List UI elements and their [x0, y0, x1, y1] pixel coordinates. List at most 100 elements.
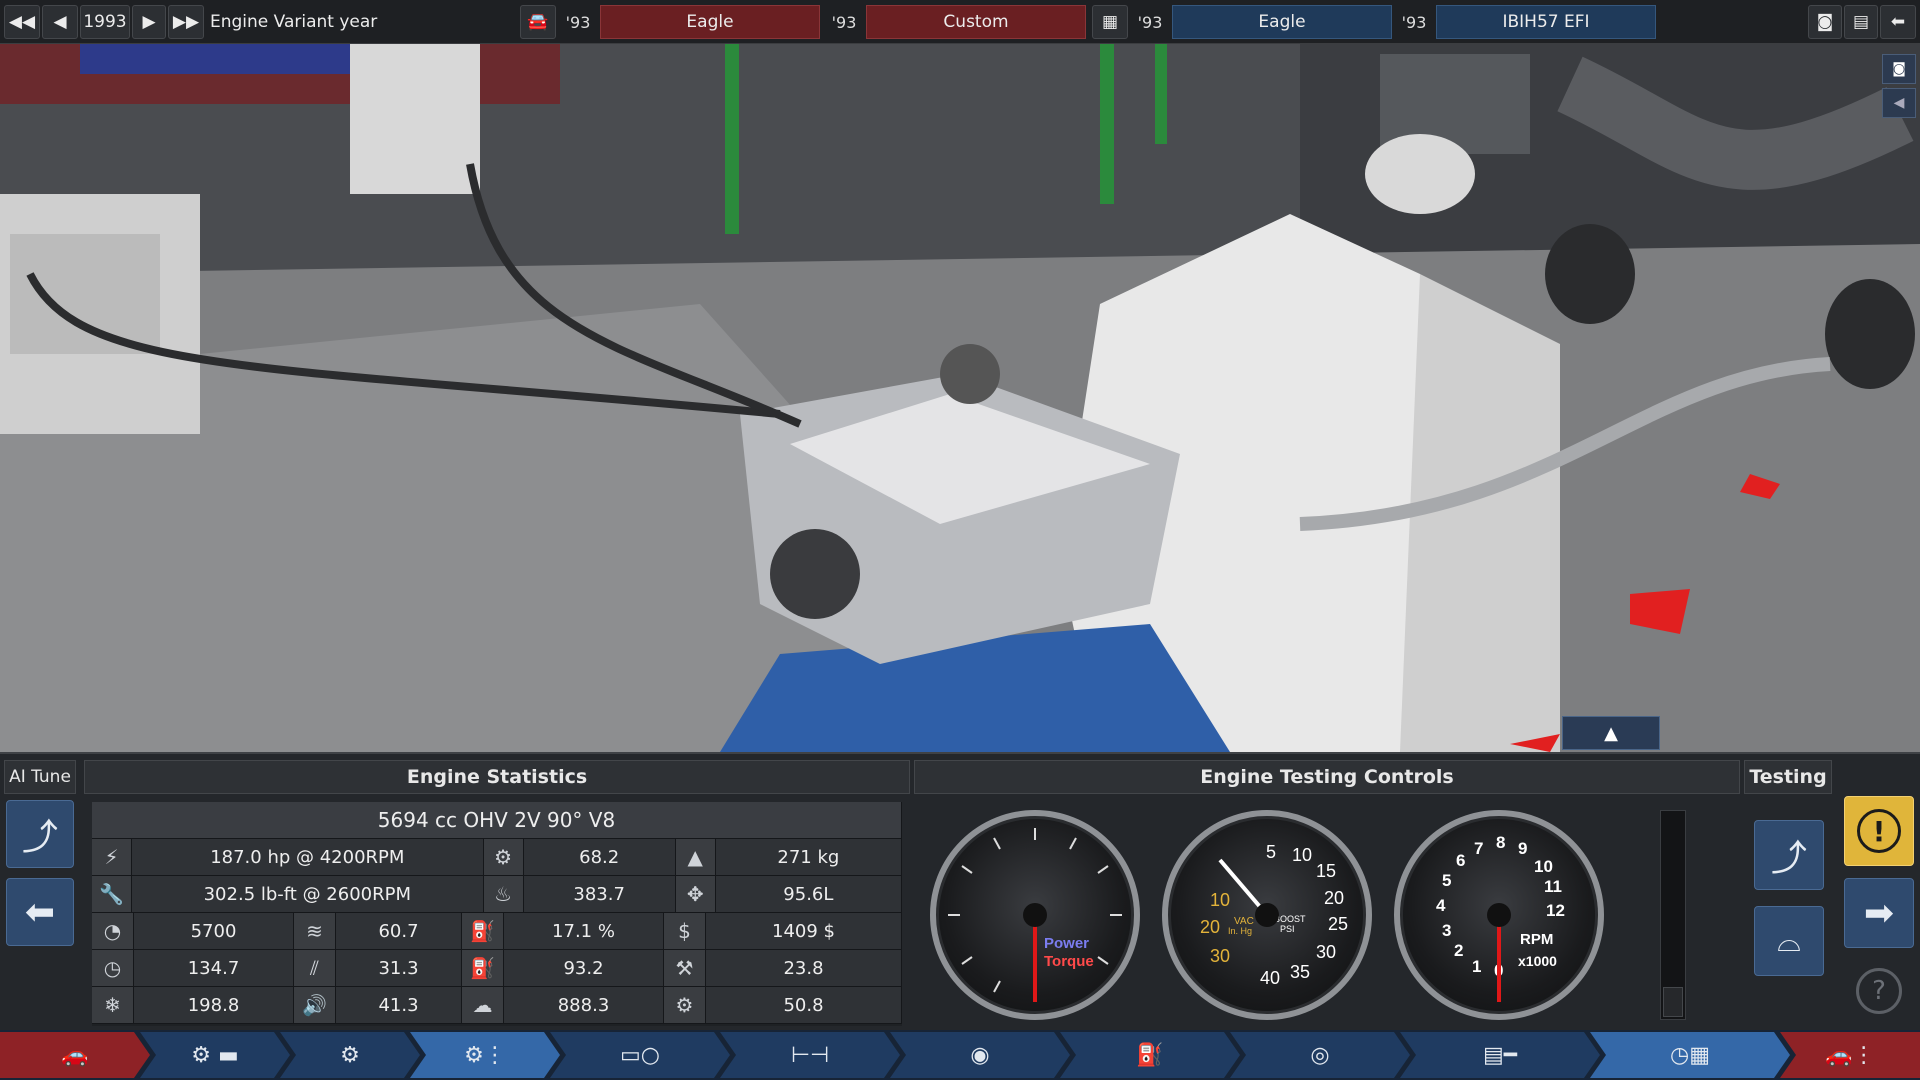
boost-unit: PSI [1280, 924, 1295, 934]
stat-max-rpm: 5700 [134, 913, 294, 950]
car-tree-icon: 🚗⋮ [1825, 1042, 1875, 1068]
stat-economy: 383.7 [523, 876, 676, 913]
warning-button[interactable]: ! [1844, 796, 1914, 866]
dyno-graph-button[interactable]: ⤴ [1754, 820, 1824, 890]
stat-noise: 41.3 [336, 987, 462, 1024]
throttle-handle[interactable] [1663, 987, 1683, 1017]
collapse-panel-toggle[interactable]: ▲ [1562, 716, 1660, 750]
nav-engine-test[interactable]: ◷▦ [1590, 1032, 1790, 1078]
engine-family-icon-button[interactable]: ▦ [1092, 5, 1128, 39]
right-icon: ▶ [142, 12, 156, 32]
gauge-flag-icon: ◷▦ [1670, 1042, 1710, 1068]
testing-title: Testing [1744, 760, 1832, 794]
double-right-icon: ▶▶ [172, 12, 200, 32]
throttle-slider[interactable] [1660, 810, 1686, 1020]
year-value[interactable]: 1993 [80, 5, 130, 39]
question-icon: ? [1872, 976, 1886, 1006]
camera-icon: ◙ [1816, 12, 1834, 32]
year-back-button[interactable]: ◀ [42, 5, 78, 39]
stat-responsiveness: 134.7 [134, 950, 294, 987]
back-button[interactable]: ⬅ [1880, 5, 1916, 39]
dyno-icon: ⌓ [1777, 923, 1801, 959]
designer-nav: 🚗 ⚙ ▬ ⚙ ⚙⋮ ▭○ ⊢⊣ ◉ ⛽ ◎ ▤━ ◷▦ 🚗⋮ [0, 1030, 1920, 1080]
power-label: Power [1044, 935, 1089, 952]
vac-tick: 10 [1210, 890, 1230, 910]
year-forward-10-button[interactable]: ▶▶ [168, 5, 204, 39]
nav-engine-variant[interactable]: ⚙⋮ [410, 1032, 560, 1078]
turbo-icon: ◉ [970, 1042, 990, 1068]
engine-folder-icon: ⚙ ▬ [191, 1042, 239, 1068]
rpm-tick: 10 [1534, 857, 1553, 876]
cam-icon: ⊢⊣ [790, 1042, 830, 1068]
nav-engine-block[interactable]: ⚙ [280, 1032, 420, 1078]
engine-year: '93 [1401, 12, 1427, 32]
engine-name-field[interactable]: IBIH57 EFI [1436, 5, 1656, 39]
engine-description: 5694 cc OHV 2V 90° V8 [92, 802, 902, 839]
snowflake-icon: ❄ [92, 987, 134, 1024]
help-button[interactable]: ? [1856, 968, 1902, 1014]
emissions-icon: ☁ [462, 987, 504, 1024]
stat-reliability: 68.2 [523, 839, 676, 876]
nav-car-designer[interactable]: 🚗 [0, 1032, 150, 1078]
variant-year-label: Engine Variant year [210, 12, 378, 32]
year-forward-button[interactable]: ▶ [132, 5, 166, 39]
trim-name-field[interactable]: Custom [866, 5, 1086, 39]
nav-top-end[interactable]: ⊢⊣ [720, 1032, 900, 1078]
stat-row: ◔ 5700 ≋ 60.7 ⛽ 17.1 % $ 1409 $ [92, 913, 902, 950]
boost-tick: 40 [1260, 968, 1280, 988]
model-name-field[interactable]: Eagle [600, 5, 820, 39]
crankshaft-icon: ▭○ [620, 1042, 660, 1068]
next-button[interactable]: ➡ [1844, 878, 1914, 948]
stat-torque: 302.5 lb-ft @ 2600RPM [131, 876, 484, 913]
graph-icon: ⤴ [1770, 838, 1807, 879]
rpm-icon: ◔ [92, 913, 134, 950]
stat-efficiency: 17.1 % [504, 913, 664, 950]
nav-fuel[interactable]: ⛽ [1060, 1032, 1240, 1078]
triangle-left-icon: ◀ [1893, 95, 1905, 111]
boost-tick: 25 [1328, 914, 1348, 934]
car-model-icon-button[interactable]: 🚘 [520, 5, 556, 39]
graph-button[interactable]: ⤴ [6, 800, 74, 868]
stat-row: ❄ 198.8 🔊 41.3 ☁ 888.3 ⚙ 50.8 [92, 987, 902, 1024]
nav-exhaust[interactable]: ◎ [1230, 1032, 1410, 1078]
previous-button[interactable]: ⬅ [6, 878, 74, 946]
boost-tick: 20 [1324, 888, 1344, 908]
speaker-icon: 🔊 [294, 987, 336, 1024]
nav-tune[interactable]: ▤━ [1400, 1032, 1600, 1078]
nav-car-tree[interactable]: 🚗⋮ [1780, 1032, 1920, 1078]
vac-tick: 20 [1200, 917, 1220, 937]
stat-fuel-rating: 93.2 [504, 950, 664, 987]
responsiveness-icon: ◷ [92, 950, 134, 987]
stat-emissions: 888.3 [504, 987, 664, 1024]
screenshot-button[interactable]: ◙ [1808, 5, 1842, 39]
cost-icon: $ [664, 913, 706, 950]
fuel-icon: ⛽ [1136, 1042, 1164, 1068]
ai-tune-button[interactable]: AI Tune [4, 760, 76, 794]
fuel-economy-icon: ♨ [483, 876, 524, 913]
top-toolbar: ◀◀ ◀ 1993 ▶ ▶▶ Engine Variant year 🚘 '93… [0, 0, 1920, 44]
alert-icon: ! [1857, 809, 1901, 853]
vac-tick: 30 [1210, 946, 1230, 966]
nav-aspiration[interactable]: ◉ [890, 1032, 1070, 1078]
rpm-tick: 3 [1442, 921, 1451, 940]
collapse-side-button[interactable]: ◀ [1882, 88, 1916, 118]
stat-row: ⚡ 187.0 hp @ 4200RPM ⚙ 68.2 ▲ 271 kg [92, 839, 903, 876]
nav-bottom-end[interactable]: ▭○ [550, 1032, 730, 1078]
stat-row: 🔧 302.5 lb-ft @ 2600RPM ♨ 383.7 ✥ 95.6L [92, 876, 903, 913]
family-name-field[interactable]: Eagle [1172, 5, 1392, 39]
year-back-10-button[interactable]: ◀◀ [4, 5, 40, 39]
double-left-icon: ◀◀ [8, 12, 36, 32]
stat-engineering-time: 50.8 [706, 987, 902, 1024]
engine-statistics-title: Engine Statistics [84, 760, 910, 794]
engine-3d-viewport[interactable]: ▲ ◙ ◀ [0, 44, 1920, 752]
trim-year: '93 [831, 12, 857, 32]
torque-label: Torque [1044, 953, 1094, 970]
boost-tick: 5 [1266, 842, 1276, 862]
rpm-tick: 11 [1544, 877, 1562, 896]
nav-engine-family[interactable]: ⚙ ▬ [140, 1032, 290, 1078]
calculator-button[interactable]: ▤ [1844, 5, 1878, 39]
engine-test-button[interactable]: ⌓ [1754, 906, 1824, 976]
rpm-tick: 7 [1474, 839, 1483, 858]
rpm-tick: 5 [1442, 871, 1451, 890]
screenshot-side-button[interactable]: ◙ [1882, 54, 1916, 84]
